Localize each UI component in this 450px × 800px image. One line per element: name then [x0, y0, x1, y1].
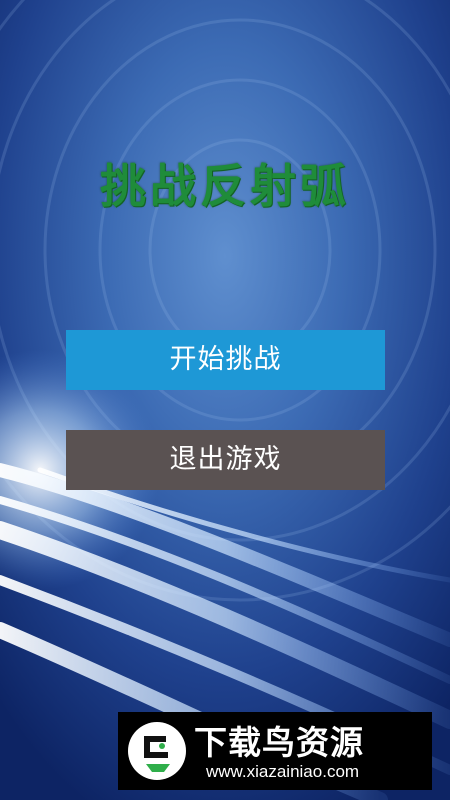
tunnel-background — [0, 0, 450, 800]
bird-logo-icon — [128, 722, 186, 780]
watermark-site-name: 下载鸟资源 — [194, 723, 364, 762]
watermark-site-url: www.xiazainiao.com — [206, 762, 360, 781]
watermark-banner: 下载鸟资源 www.xiazainiao.com — [118, 712, 432, 790]
start-challenge-button[interactable]: 开始挑战 — [66, 330, 385, 390]
game-title: 挑战反射弧 — [100, 159, 350, 213]
exit-game-button[interactable]: 退出游戏 — [66, 430, 385, 490]
game-menu-screen: 挑战反射弧 开始挑战 退出游戏 下载鸟资源 www.xiazainiao.com — [0, 0, 450, 800]
